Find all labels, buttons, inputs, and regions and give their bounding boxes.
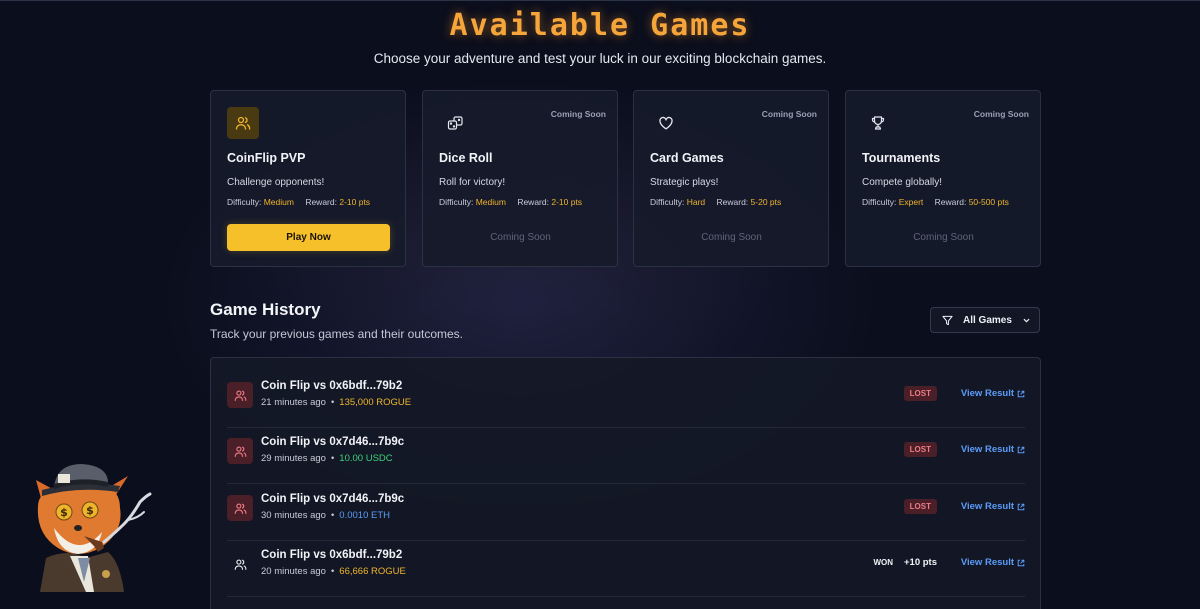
users-icon	[227, 107, 259, 139]
reward-label: Reward:	[934, 197, 967, 207]
game-history-list: Coin Flip vs 0x6bdf...79b2 21 minutes ag…	[210, 357, 1041, 609]
trophy-icon	[862, 107, 894, 139]
card-title: Dice Roll	[439, 151, 493, 165]
card-title: CoinFlip PVP	[227, 151, 306, 165]
dice-icon	[439, 107, 471, 139]
external-link-icon	[1017, 446, 1025, 453]
history-row: Coin Flip vs 0x7d46...7b9c 30 minutes ag…	[227, 485, 1025, 541]
page: Available Games Choose your adventure an…	[0, 0, 1200, 609]
difficulty-value: Medium	[475, 197, 506, 207]
view-result-link[interactable]: View Result	[961, 499, 1025, 514]
row-time: 20 minutes ago	[261, 566, 326, 577]
coming-soon-button: Coming Soon	[913, 232, 974, 243]
users-icon	[227, 382, 253, 408]
history-title: Game History	[210, 300, 321, 319]
difficulty-value: Expert	[898, 197, 924, 207]
row-meta: 30 minutes ago • 0.0010 ETH	[261, 510, 390, 521]
card-description: Roll for victory!	[439, 177, 506, 188]
svg-text:$: $	[60, 506, 68, 519]
difficulty-label: Difficulty:	[862, 197, 897, 207]
row-meta: 20 minutes ago • 66,666 ROGUE	[261, 566, 406, 577]
game-filter-dropdown[interactable]: All Games	[930, 307, 1040, 333]
play-now-button[interactable]: Play Now	[227, 224, 390, 251]
reward-label: Reward:	[716, 197, 749, 207]
difficulty-label: Difficulty:	[650, 197, 685, 207]
status-badge: LOST	[903, 386, 937, 401]
view-result-link[interactable]: View Result	[961, 386, 1025, 401]
history-row: Coin Flip vs 0x7d46...7b9c 29 minutes ag…	[227, 428, 1025, 484]
row-amount: 10.00 USDC	[339, 453, 393, 464]
reward-value: 5-20 pts	[750, 197, 782, 207]
difficulty-value: Medium	[263, 197, 294, 207]
game-card-dice: Coming Soon Dice Roll Roll for victory! …	[422, 90, 618, 267]
row-title: Coin Flip vs 0x6bdf...79b2	[261, 380, 403, 392]
game-card-tournaments: Coming Soon Tournaments Compete globally…	[845, 90, 1041, 267]
card-title: Tournaments	[862, 151, 941, 165]
fox-mascot-image: $ $	[36, 464, 152, 592]
users-icon	[227, 438, 253, 464]
view-result-label: View Result	[960, 501, 1014, 512]
row-meta: 29 minutes ago • 10.00 USDC	[261, 453, 393, 464]
history-row: Coin Flip vs 0x6bdf...79b2 21 minutes ag…	[227, 372, 1025, 428]
card-title: Card Games	[650, 151, 724, 165]
view-result-link[interactable]: View Result	[961, 555, 1025, 570]
view-result-label: View Result	[960, 388, 1014, 399]
game-card-cards: Coming Soon Card Games Strategic plays! …	[633, 90, 829, 267]
difficulty-value: Hard	[686, 197, 706, 207]
filter-icon	[942, 315, 953, 325]
reward-value: 2-10 pts	[551, 197, 583, 207]
card-meta: Difficulty: Medium Reward: 2-10 pts	[439, 197, 582, 207]
row-time: 29 minutes ago	[261, 453, 326, 464]
reward-value: 50-500 pts	[968, 197, 1009, 207]
users-icon	[227, 551, 253, 577]
coming-soon-button: Coming Soon	[490, 232, 551, 243]
card-meta: Difficulty: Hard Reward: 5-20 pts	[650, 197, 781, 207]
external-link-icon	[1017, 390, 1025, 397]
history-row: Coin Flip vs 0x6bdf...79b2 20 minutes ag…	[227, 541, 1025, 597]
difficulty-label: Difficulty:	[227, 197, 262, 207]
card-description: Challenge opponents!	[227, 177, 325, 188]
page-subtitle: Choose your adventure and test your luck…	[373, 51, 827, 66]
card-description: Strategic plays!	[650, 177, 719, 188]
svg-text:$: $	[86, 504, 94, 517]
card-description: Compete globally!	[862, 177, 943, 188]
reward-value: 2-10 pts	[339, 197, 371, 207]
row-time: 21 minutes ago	[261, 397, 326, 408]
heart-icon	[650, 107, 682, 139]
row-amount: 135,000 ROGUE	[339, 397, 412, 408]
external-link-icon	[1017, 503, 1025, 510]
row-title: Coin Flip vs 0x6bdf...79b2	[261, 549, 403, 561]
view-result-label: View Result	[960, 557, 1014, 568]
game-card-coinflip: CoinFlip PVP Challenge opponents! Diffic…	[210, 90, 406, 267]
coming-soon-badge: Coming Soon	[973, 109, 1029, 119]
coming-soon-badge: Coming Soon	[550, 109, 606, 119]
filter-label: All Games	[963, 314, 1012, 326]
reward-label: Reward:	[305, 197, 337, 207]
status-badge: WON	[873, 558, 893, 567]
row-amount: 0.0010 ETH	[339, 510, 390, 521]
page-title: Available Games	[449, 8, 751, 43]
card-meta: Difficulty: Medium Reward: 2-10 pts	[227, 197, 370, 207]
view-result-link[interactable]: View Result	[961, 442, 1025, 457]
users-icon	[227, 495, 253, 521]
row-meta: 21 minutes ago • 135,000 ROGUE	[261, 397, 412, 408]
reward-label: Reward:	[517, 197, 549, 207]
row-amount: 66,666 ROGUE	[339, 566, 406, 577]
points-earned: +10 pts	[903, 557, 937, 568]
chevron-down-icon	[1023, 318, 1030, 322]
row-title: Coin Flip vs 0x7d46...7b9c	[261, 493, 405, 505]
coming-soon-button: Coming Soon	[701, 232, 762, 243]
row-time: 30 minutes ago	[261, 510, 326, 521]
status-badge: LOST	[903, 442, 937, 457]
coming-soon-badge: Coming Soon	[761, 109, 817, 119]
difficulty-label: Difficulty:	[439, 197, 474, 207]
history-subtitle: Track your previous games and their outc…	[210, 327, 464, 341]
top-divider	[0, 0, 1200, 1]
row-title: Coin Flip vs 0x7d46...7b9c	[261, 436, 405, 448]
card-meta: Difficulty: Expert Reward: 50-500 pts	[862, 197, 1009, 207]
external-link-icon	[1017, 559, 1025, 566]
view-result-label: View Result	[960, 444, 1014, 455]
status-badge: LOST	[903, 499, 937, 514]
